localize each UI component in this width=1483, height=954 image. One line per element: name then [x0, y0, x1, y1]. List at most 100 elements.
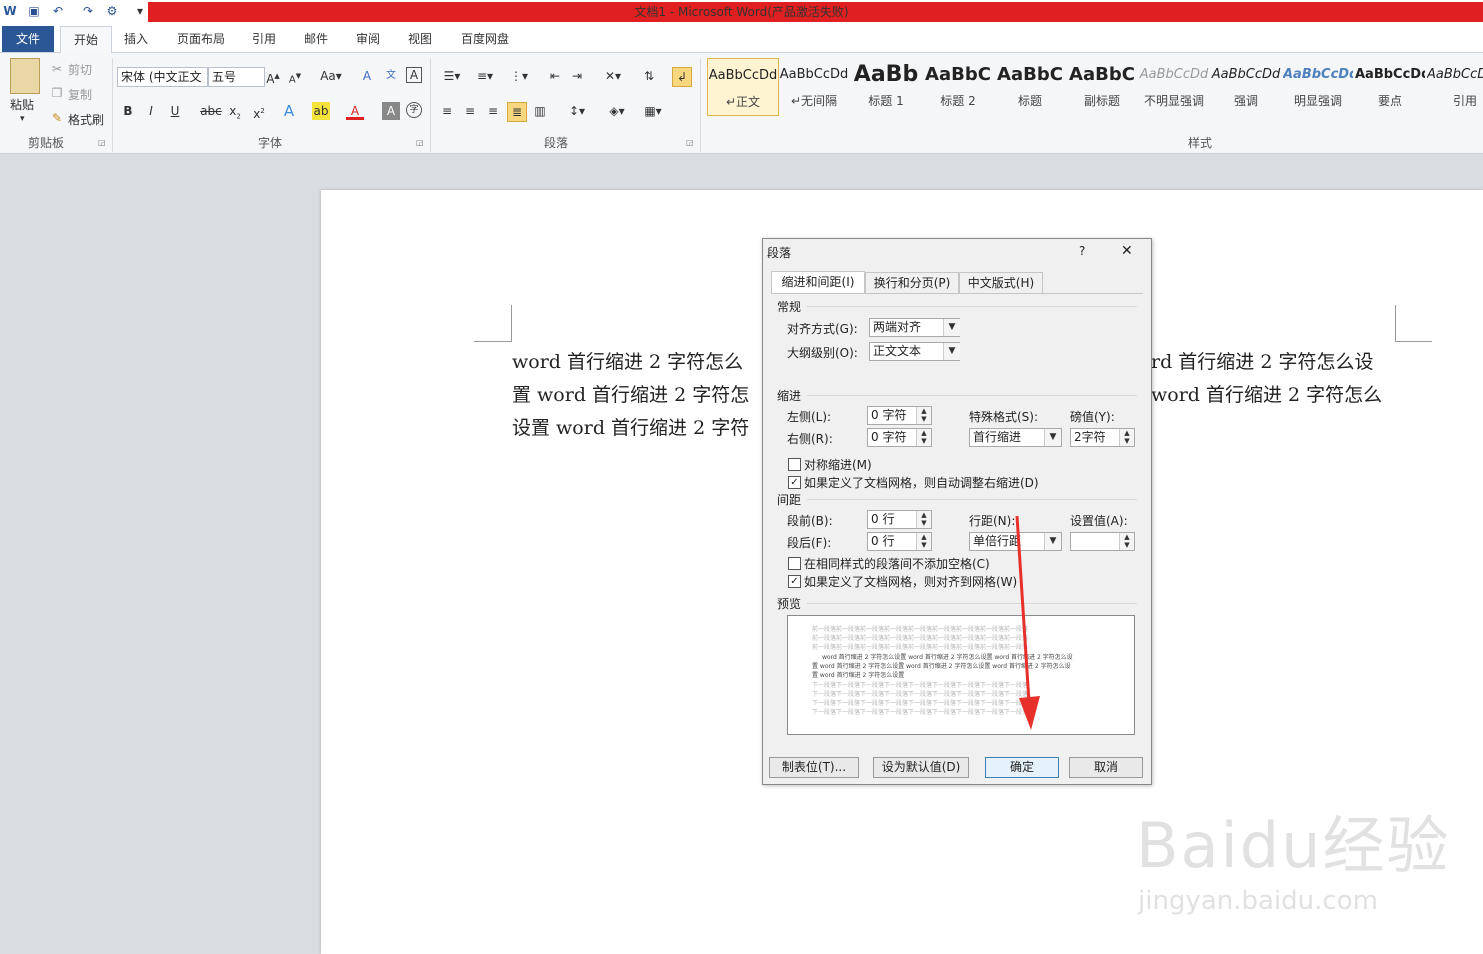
subscript-icon[interactable]: x2	[226, 102, 244, 120]
show-marks-icon[interactable]: ↲	[672, 67, 692, 87]
outline-level-label: 大纲级别(O):	[787, 346, 858, 360]
grow-font-icon[interactable]: A▲	[264, 67, 282, 86]
font-launcher-icon[interactable]: ◲	[416, 138, 424, 147]
style-heading-2[interactable]: AaBbC 标题 2	[923, 58, 993, 114]
align-left-icon[interactable]: ≡	[438, 102, 456, 120]
style-intense-emphasis[interactable]: AaBbCcDd 明显强调	[1283, 58, 1353, 114]
line-spacing-at-spinner[interactable]: ▲ ▼	[1119, 533, 1134, 550]
character-border-icon[interactable]: A	[406, 67, 422, 83]
spacing-after-spinner[interactable]: ▲ ▼	[916, 533, 931, 550]
style-strong[interactable]: AaBbCcDd 要点	[1355, 58, 1425, 114]
set-default-button[interactable]: 设为默认值(D)	[873, 757, 969, 778]
chevron-down-icon[interactable]: ▼	[943, 343, 960, 360]
superscript-icon[interactable]: x2	[250, 102, 268, 121]
clear-format-icon[interactable]: A	[358, 67, 376, 85]
cut-icon[interactable]: ✂	[48, 60, 66, 78]
style-emphasis[interactable]: AaBbCcDd 强调	[1211, 58, 1281, 114]
shrink-font-icon[interactable]: A▼	[286, 67, 304, 85]
chevron-down-icon[interactable]: ▼	[943, 319, 960, 336]
format-painter-icon[interactable]: ✎	[48, 109, 66, 127]
font-color-icon[interactable]: A	[346, 102, 364, 120]
style-normal[interactable]: AaBbCcDd ↵正文	[707, 58, 779, 116]
strikethrough-icon[interactable]: abc	[200, 102, 222, 120]
spacing-before-spinner[interactable]: ▲ ▼	[916, 511, 931, 528]
tab-mailings[interactable]: 邮件	[296, 26, 336, 52]
paragraph-launcher-icon[interactable]: ◲	[686, 138, 694, 147]
style-subtitle[interactable]: AaBbC 副标题	[1067, 58, 1137, 114]
chevron-down-icon[interactable]: ▼	[1044, 429, 1061, 446]
numbering-icon[interactable]: ≡▾	[472, 67, 498, 85]
style-heading-1[interactable]: AaBb 标题 1	[851, 58, 921, 114]
tab-file[interactable]: 文件	[2, 26, 54, 52]
sort-icon[interactable]: ⇅	[640, 67, 658, 85]
tab-asian-typography[interactable]: 中文版式(H)	[959, 272, 1043, 293]
document-text-line[interactable]: 置 word 首行缩进 2 字符怎	[512, 380, 749, 407]
tab-baidu-netdisk[interactable]: 百度网盘	[452, 26, 518, 52]
cancel-button[interactable]: 取消	[1069, 757, 1143, 778]
change-case-icon[interactable]: Aa▾	[318, 67, 344, 85]
text-effects-icon[interactable]: A	[280, 102, 298, 120]
mirror-indents-checkbox[interactable]	[788, 458, 801, 471]
auto-adjust-indent-checkbox[interactable]: ✓	[788, 476, 801, 489]
align-center-icon[interactable]: ≡	[461, 102, 479, 120]
bold-icon[interactable]: B	[119, 102, 137, 120]
help-button[interactable]: ?	[1079, 244, 1085, 258]
multilevel-list-icon[interactable]: ⋮▾	[506, 67, 532, 85]
style-name: 强调	[1233, 94, 1258, 108]
line-spacing-icon[interactable]: ↕▾	[564, 102, 590, 120]
tab-page-layout[interactable]: 页面布局	[170, 26, 232, 52]
phonetic-guide-icon[interactable]: 文	[382, 67, 400, 85]
highlight-color-icon[interactable]: ab	[312, 102, 330, 120]
tab-indents-spacing[interactable]: 缩进和间距(I)	[771, 271, 865, 294]
cut-button[interactable]: 剪切	[68, 61, 92, 78]
tab-line-page-breaks[interactable]: 换行和分页(P)	[865, 272, 959, 293]
ok-button[interactable]: 确定	[985, 757, 1059, 778]
copy-icon[interactable]: ❐	[48, 84, 66, 102]
copy-button[interactable]: 复制	[68, 86, 92, 103]
close-icon[interactable]: ✕	[1121, 243, 1133, 259]
document-text-line[interactable]: rd 首行缩进 2 字符怎么设	[1151, 347, 1373, 374]
borders-icon[interactable]: ▦▾	[640, 102, 666, 120]
document-text-line[interactable]: 设置 word 首行缩进 2 字符	[512, 413, 749, 440]
tab-home[interactable]: 开始	[60, 26, 112, 53]
paste-button[interactable]: 粘贴	[10, 96, 34, 113]
paste-icon[interactable]	[10, 58, 40, 94]
increase-indent-icon[interactable]: ⇥	[568, 67, 586, 85]
document-text-line[interactable]: word 首行缩进 2 字符怎么	[512, 347, 743, 374]
underline-icon[interactable]: U	[166, 102, 184, 120]
indent-by-spinner[interactable]: ▲ ▼	[1119, 429, 1134, 446]
enclose-character-icon[interactable]: 字	[406, 102, 422, 118]
left-indent-spinner[interactable]: ▲ ▼	[916, 407, 931, 424]
bullets-icon[interactable]: ☰▾	[440, 67, 464, 85]
character-shading-icon[interactable]: A	[382, 102, 400, 120]
tab-view[interactable]: 视图	[400, 26, 440, 52]
font-name-combo[interactable]: 宋体 (中文正文	[117, 67, 208, 87]
right-indent-spinner[interactable]: ▲ ▼	[916, 429, 931, 446]
tab-references[interactable]: 引用	[244, 26, 284, 52]
style-subtle-emphasis[interactable]: AaBbCcDd 不明显强调	[1139, 58, 1209, 114]
style-quote[interactable]: AaBbCcDd 引用	[1427, 58, 1483, 114]
no-space-same-style-checkbox[interactable]	[788, 557, 801, 570]
shading-icon[interactable]: ◈▾	[604, 102, 630, 120]
style-no-spacing[interactable]: AaBbCcDd ↵无间隔	[779, 58, 849, 114]
align-right-icon[interactable]: ≡	[484, 102, 502, 120]
italic-icon[interactable]: I	[142, 102, 160, 120]
justify-icon[interactable]: ≣	[507, 102, 527, 122]
tab-insert[interactable]: 插入	[116, 26, 156, 52]
tabs-button[interactable]: 制表位(T)...	[769, 757, 859, 778]
tab-review[interactable]: 审阅	[348, 26, 388, 52]
chinese-layout-icon[interactable]: ✕▾	[600, 67, 626, 85]
distributed-icon[interactable]: ▥	[531, 102, 549, 120]
style-title[interactable]: AaBbC 标题	[995, 58, 1065, 114]
section-divider	[807, 395, 1137, 396]
margin-corner-mark	[511, 305, 512, 342]
style-name: 引用	[1452, 94, 1477, 108]
font-size-combo[interactable]: 五号	[208, 67, 265, 87]
clipboard-launcher-icon[interactable]: ◲	[98, 138, 106, 147]
format-painter-button[interactable]: 格式刷	[68, 111, 104, 128]
preview-next-paragraph: 下一段落下一段落下一段落下一段落下一段落下一段落下一段落下一段落下一段落	[812, 682, 1029, 689]
document-text-line[interactable]: word 首行缩进 2 字符怎么	[1151, 380, 1382, 407]
snap-to-grid-checkbox[interactable]: ✓	[788, 575, 801, 588]
paste-dropdown-icon[interactable]: ▾	[20, 114, 25, 124]
decrease-indent-icon[interactable]: ⇤	[546, 67, 564, 85]
